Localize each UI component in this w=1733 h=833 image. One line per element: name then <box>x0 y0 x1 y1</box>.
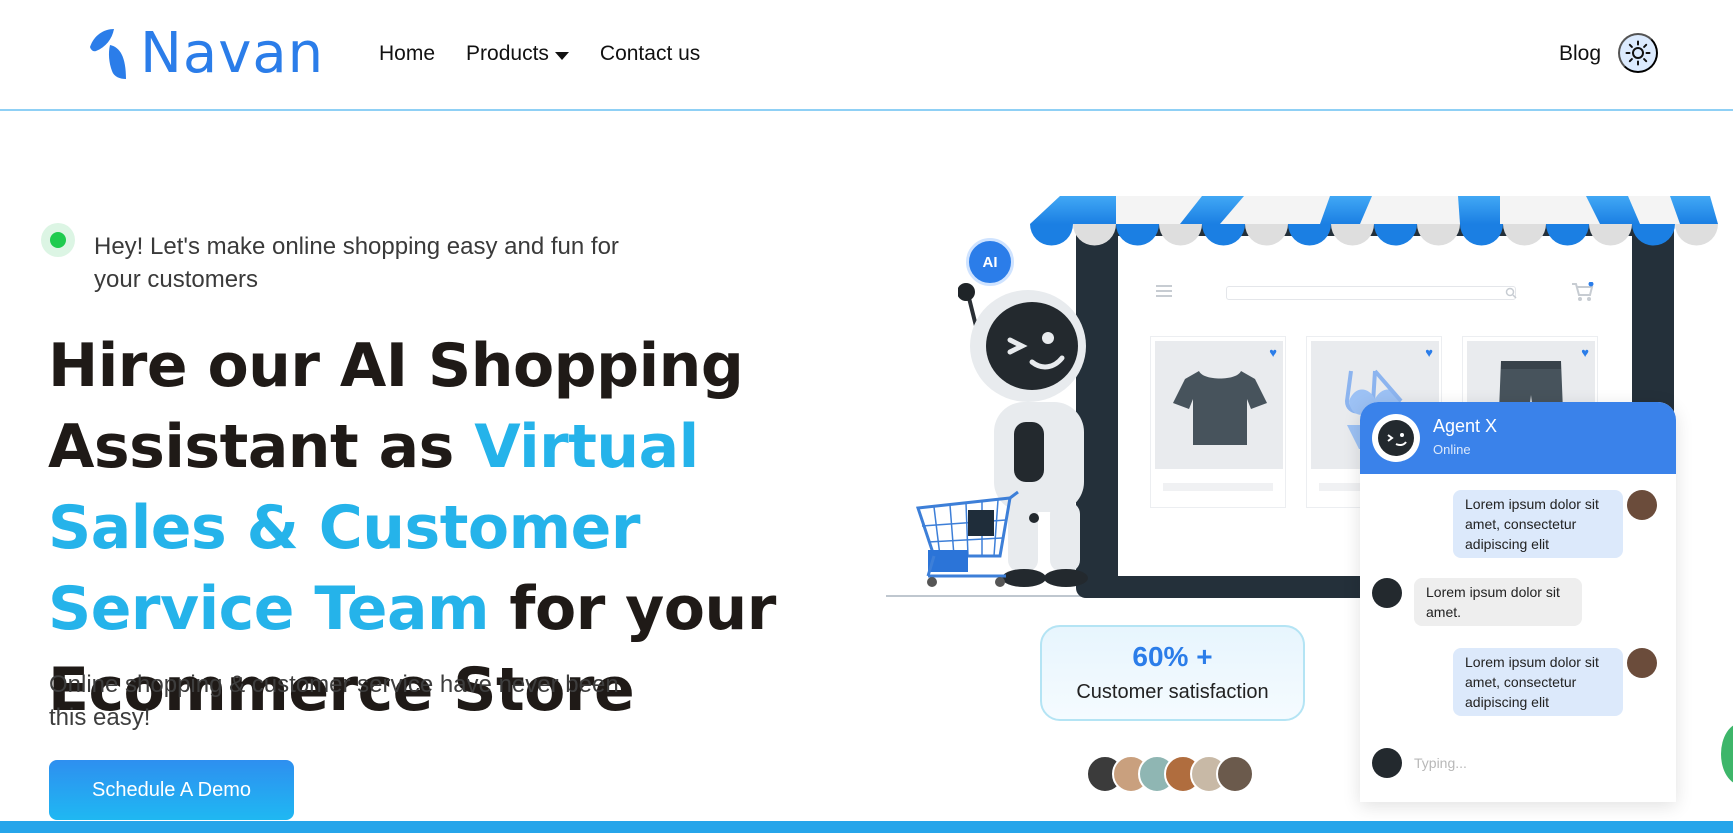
agent-name: Agent X <box>1433 416 1498 436</box>
site-header: Navan Home Products Contact us Blog <box>0 0 1733 111</box>
user-message: Lorem ipsum dolor sit amet, consectetur … <box>1453 648 1623 716</box>
agent-avatar <box>1372 414 1420 462</box>
heart-icon: ♥ <box>1425 345 1433 360</box>
sun-icon <box>1625 40 1651 66</box>
tshirt-icon <box>1173 371 1267 445</box>
avatar <box>1216 755 1254 793</box>
bottom-accent-bar <box>0 821 1733 833</box>
satisfaction-card: 60% + Customer satisfaction <box>1040 625 1305 721</box>
satisfaction-label: Customer satisfaction <box>1076 681 1269 703</box>
typing-indicator: Typing... <box>1414 755 1467 771</box>
nav-blog[interactable]: Blog <box>1559 42 1601 66</box>
cart-icon <box>1572 282 1594 301</box>
hero-tagline: Hey! Let's make online shopping easy and… <box>94 233 619 293</box>
user-message: Lorem ipsum dolor sit amet, consectetur … <box>1453 490 1623 558</box>
customer-avatars <box>1086 755 1256 795</box>
user-avatar <box>1627 490 1657 520</box>
nav-contact[interactable]: Contact us <box>600 42 700 66</box>
user-avatar <box>1627 648 1657 678</box>
bot-avatar <box>1372 578 1402 608</box>
theme-toggle-button[interactable] <box>1618 33 1658 73</box>
search-icon <box>1505 287 1517 299</box>
bot-avatar <box>1372 748 1402 778</box>
menu-icon <box>1156 284 1172 303</box>
navan-leaf-icon <box>90 29 126 79</box>
store-awning <box>1030 196 1718 246</box>
nav-products[interactable]: Products <box>466 42 569 66</box>
nav-products-label: Products <box>466 42 549 65</box>
schedule-demo-button[interactable]: Schedule A Demo <box>49 760 294 820</box>
agent-status: Online <box>1433 442 1471 457</box>
heart-icon: ♥ <box>1269 345 1277 360</box>
nav-home[interactable]: Home <box>379 42 435 66</box>
hero-subtext: Online shopping & customer service have … <box>49 671 619 731</box>
chat-header: Agent X Online <box>1360 402 1676 474</box>
robot-face-icon <box>1378 420 1414 456</box>
hero-illustration: ♥ ♥ ♥ AI 60% + Customer satisfaction Age… <box>880 190 1733 802</box>
caret-down-icon <box>554 51 569 60</box>
online-status-dot <box>41 223 75 257</box>
shopping-cart-icon <box>915 490 1019 587</box>
navan-logo[interactable]: Navan <box>84 26 324 82</box>
product-card: ♥ <box>1150 336 1286 508</box>
main-nav: Home Products Contact us <box>379 42 731 66</box>
ai-badge: AI <box>966 238 1014 286</box>
satisfaction-value: 60% + <box>1132 641 1213 672</box>
chat-widget: Agent X Online Lorem ipsum dolor sit ame… <box>1360 402 1676 802</box>
bot-message: Lorem ipsum dolor sit amet. <box>1414 578 1582 626</box>
heart-icon: ♥ <box>1581 345 1589 360</box>
store-search-bar <box>1226 286 1516 300</box>
logo-wordmark: Navan <box>140 21 325 86</box>
